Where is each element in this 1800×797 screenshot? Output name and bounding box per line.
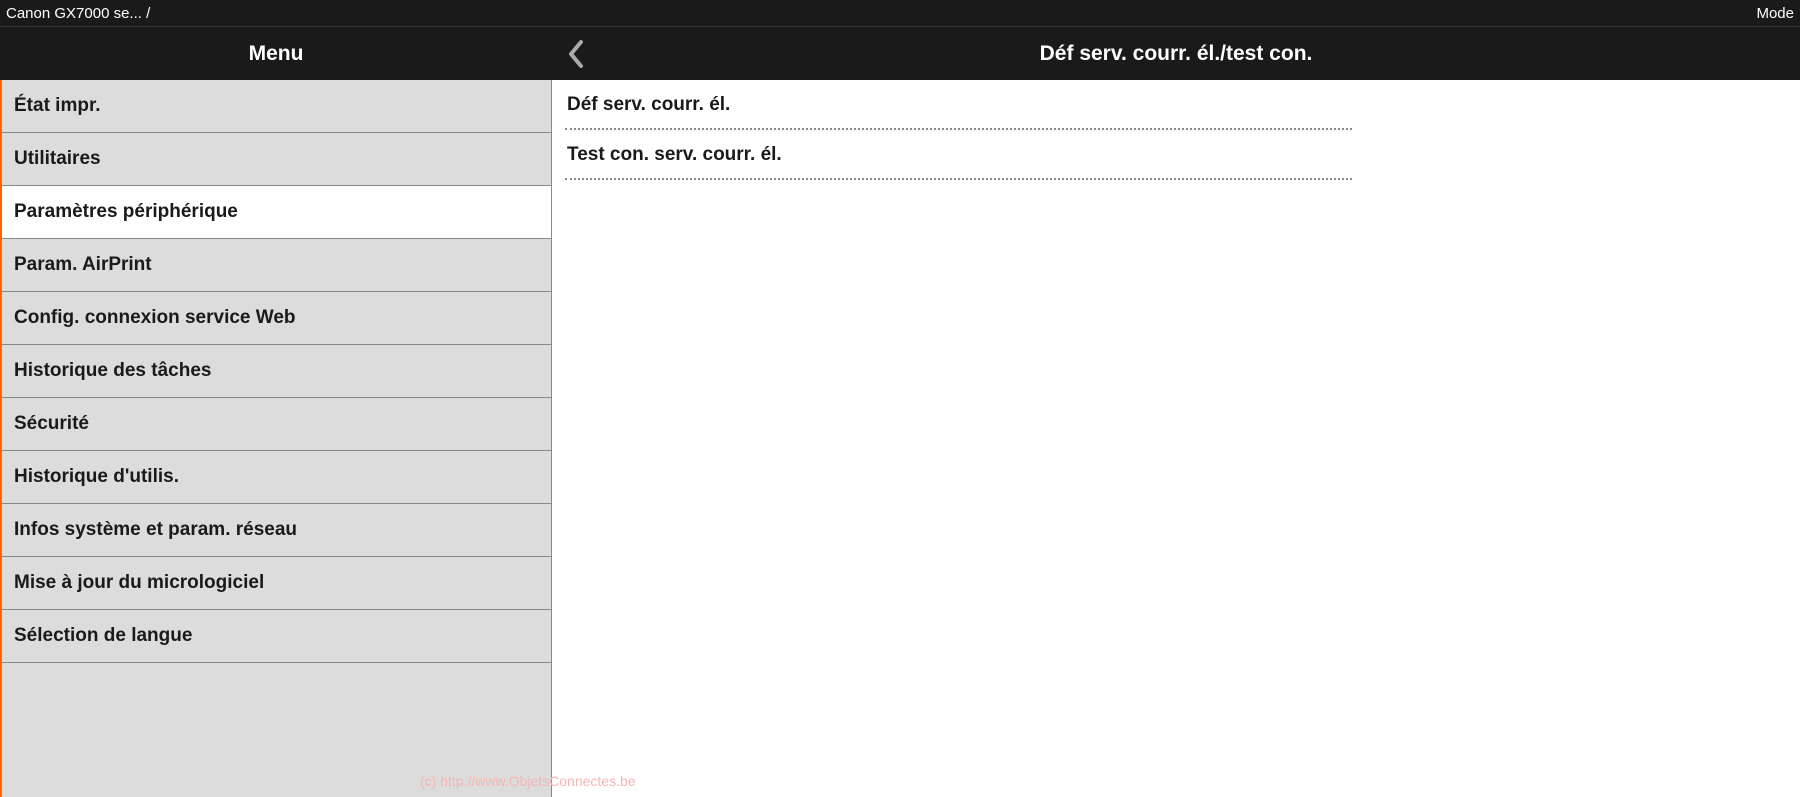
body-row: État impr. Utilitaires Paramètres périph… <box>0 80 1800 797</box>
sidebar-item-system-info[interactable]: Infos système et param. réseau <box>2 504 551 557</box>
sidebar-item-job-history[interactable]: Historique des tâches <box>2 345 551 398</box>
sidebar-item-usage-history[interactable]: Historique d'utilis. <box>2 451 551 504</box>
sidebar-item-airprint[interactable]: Param. AirPrint <box>2 239 551 292</box>
menu-header: Menu <box>0 27 552 80</box>
chevron-left-icon <box>567 40 585 68</box>
content-area: Déf serv. courr. él. Test con. serv. cou… <box>552 80 1800 797</box>
back-button[interactable] <box>552 40 600 68</box>
mode-link[interactable]: Mode <box>1756 5 1794 22</box>
content-item-mail-server-settings[interactable]: Déf serv. courr. él. <box>565 80 1352 130</box>
sidebar: État impr. Utilitaires Paramètres périph… <box>0 80 552 797</box>
sidebar-item-language[interactable]: Sélection de langue <box>2 610 551 663</box>
header-row: Menu Déf serv. courr. él./test con. <box>0 26 1800 80</box>
page-title: Déf serv. courr. él./test con. <box>600 42 1800 66</box>
sidebar-item-printer-status[interactable]: État impr. <box>2 80 551 133</box>
content-header: Déf serv. courr. él./test con. <box>552 27 1800 80</box>
sidebar-item-utilities[interactable]: Utilitaires <box>2 133 551 186</box>
sidebar-item-security[interactable]: Sécurité <box>2 398 551 451</box>
content-list: Déf serv. courr. él. Test con. serv. cou… <box>552 80 1352 180</box>
sidebar-item-device-settings[interactable]: Paramètres périphérique <box>2 186 551 239</box>
watermark: (c) http://www.ObjetsConnectes.be <box>420 773 636 789</box>
sidebar-item-firmware-update[interactable]: Mise à jour du micrologiciel <box>2 557 551 610</box>
breadcrumb[interactable]: Canon GX7000 se... / <box>6 5 150 22</box>
sidebar-item-web-service[interactable]: Config. connexion service Web <box>2 292 551 345</box>
content-item-mail-server-test[interactable]: Test con. serv. courr. él. <box>565 130 1352 180</box>
topbar: Canon GX7000 se... / Mode <box>0 0 1800 26</box>
